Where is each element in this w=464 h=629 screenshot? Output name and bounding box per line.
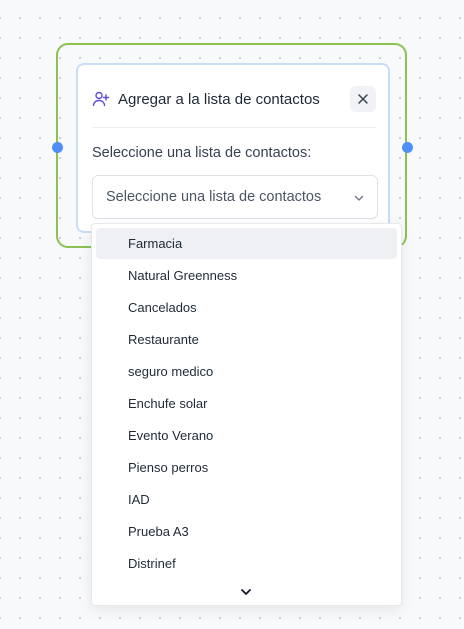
dropdown-option[interactable]: Evento Verano xyxy=(96,420,397,451)
dropdown-option[interactable]: Farmacia xyxy=(96,228,397,259)
node-header: Agregar a la lista de contactos xyxy=(92,86,376,112)
header-divider xyxy=(92,127,376,128)
select-placeholder: Seleccione una lista de contactos xyxy=(106,189,322,205)
user-plus-icon xyxy=(92,90,110,108)
node-output-handle[interactable] xyxy=(402,142,413,153)
close-icon xyxy=(358,94,368,104)
dropdown-option[interactable]: Pienso perros xyxy=(96,452,397,483)
dropdown-option[interactable]: IAD xyxy=(96,484,397,515)
chevron-down-icon xyxy=(353,191,365,203)
dropdown-option[interactable]: Distrinef xyxy=(96,548,397,579)
node-input-handle[interactable] xyxy=(52,142,63,153)
chevron-down-icon xyxy=(241,589,251,595)
dropdown-option[interactable]: Enchufe solar xyxy=(96,388,397,419)
contact-list-select[interactable]: Seleccione una lista de contactos xyxy=(92,175,378,219)
contact-list-field-label: Seleccione una lista de contactos: xyxy=(92,145,312,161)
dropdown-scroll-down-button[interactable] xyxy=(239,586,253,598)
dropdown-option[interactable]: Restaurante xyxy=(96,324,397,355)
contact-list-dropdown[interactable]: Farmacia Natural Greenness Cancelados Re… xyxy=(91,223,402,606)
dropdown-option[interactable]: Natural Greenness xyxy=(96,260,397,291)
node-title: Agregar a la lista de contactos xyxy=(118,90,320,108)
close-button[interactable] xyxy=(350,86,376,112)
dropdown-option[interactable]: seguro medico xyxy=(96,356,397,387)
add-to-contact-list-node[interactable]: Agregar a la lista de contactos Seleccio… xyxy=(76,63,390,233)
dropdown-option[interactable]: Cancelados xyxy=(96,292,397,323)
dropdown-option[interactable]: Prueba A3 xyxy=(96,516,397,547)
